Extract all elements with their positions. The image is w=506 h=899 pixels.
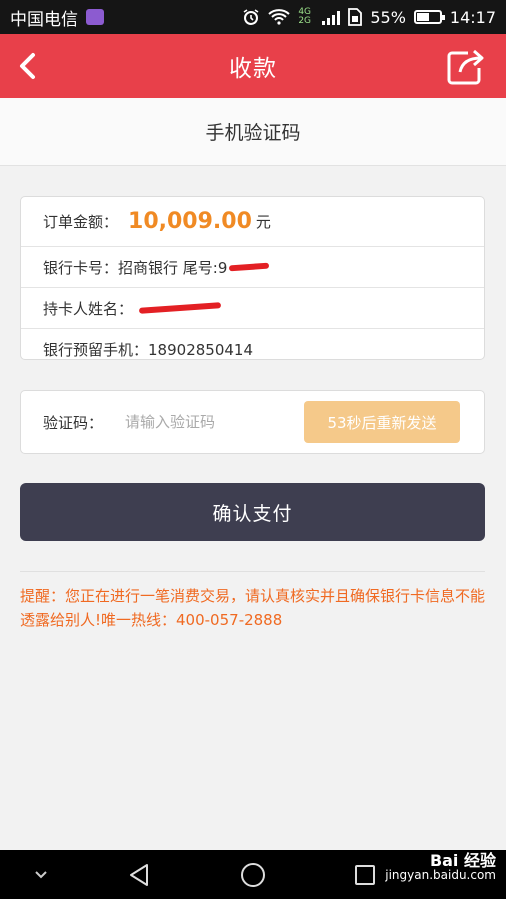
- verification-label: 验证码：: [43, 413, 104, 432]
- app-header: 收款: [0, 34, 506, 98]
- phone-value: 18902850414: [148, 340, 253, 359]
- redaction-mark: [138, 302, 222, 314]
- clock: 14:17: [449, 7, 496, 27]
- back-triangle-icon: [130, 863, 148, 886]
- bank-card-value: 招商银行 尾号:9: [118, 258, 228, 277]
- section-title: 手机验证码: [0, 98, 506, 166]
- signal-icon: [322, 9, 341, 25]
- verification-code-input[interactable]: [125, 413, 286, 431]
- home-circle-icon: [241, 862, 265, 887]
- battery-icon: [413, 10, 445, 24]
- phone-label: 银行预留手机：: [43, 341, 149, 359]
- nav-collapse-button[interactable]: [20, 850, 62, 899]
- security-notice: 提醒：您正在进行一笔消费交易，请认真核实并且确保银行卡信息不能透露给别人!唯一热…: [20, 587, 486, 629]
- alarm-icon: [243, 9, 259, 25]
- confirm-payment-button[interactable]: 确认支付: [20, 483, 485, 541]
- resend-code-button[interactable]: 53秒后重新发送: [304, 401, 460, 443]
- battery-percent: 55%: [370, 7, 406, 27]
- app-notification-icon: [86, 9, 104, 25]
- amount-value: 10,009.00: [128, 209, 252, 234]
- order-amount-row: 订单金额： 10,009.00 元: [21, 197, 484, 247]
- watermark-url: jingyan.baidu.com: [385, 868, 496, 882]
- wifi-icon: [268, 9, 290, 25]
- redaction-mark: [229, 262, 270, 272]
- chevron-left-icon: [20, 53, 35, 79]
- bank-card-label: 银行卡号：: [43, 258, 119, 277]
- back-button[interactable]: [10, 48, 46, 84]
- share-button[interactable]: [446, 48, 486, 86]
- card-holder-row: 持卡人姓名：: [21, 288, 484, 329]
- network-type-label: 4G 2G: [298, 7, 312, 26]
- nav-back-button[interactable]: [118, 850, 160, 899]
- share-external-icon: [447, 49, 484, 85]
- divider: [20, 571, 485, 572]
- nav-home-button[interactable]: [232, 850, 274, 899]
- section-title-text: 手机验证码: [205, 122, 301, 144]
- status-right: 4G 2G 55% 14:17: [242, 8, 496, 27]
- amount-label: 订单金额：: [43, 213, 119, 231]
- phone-row: 银行预留手机： 18902850414: [21, 329, 484, 370]
- card-holder-label: 持卡人姓名：: [43, 299, 134, 318]
- currency-label: 元: [255, 213, 271, 231]
- page-title: 收款: [229, 56, 277, 82]
- carrier-label: 中国电信: [10, 9, 78, 30]
- chevron-down-icon: [35, 870, 47, 878]
- watermark: Bai 经验 jingyan.baidu.com: [385, 853, 496, 883]
- bank-card-row: 银行卡号： 招商银行 尾号:9: [21, 247, 484, 288]
- status-bar: 中国电信 4G 2G 55% 14:17: [0, 0, 506, 34]
- sim-card-icon: [348, 8, 363, 26]
- verification-card: 验证码： 53秒后重新发送: [20, 390, 485, 454]
- nav-recents-button[interactable]: [344, 850, 386, 899]
- recents-square-icon: [355, 864, 375, 885]
- order-info-card: 订单金额： 10,009.00 元 银行卡号： 招商银行 尾号:9 持卡人姓名：…: [20, 196, 485, 360]
- watermark-brand: Bai 经验: [429, 851, 496, 870]
